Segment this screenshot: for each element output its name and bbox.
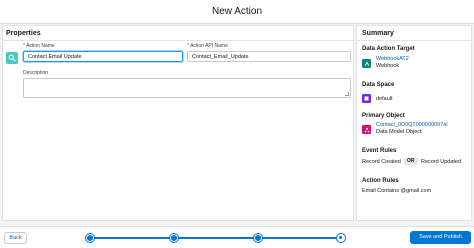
back-button[interactable]: Back [4, 232, 27, 244]
event-rules-heading: Event Rules [362, 148, 397, 154]
data-space-icon [362, 94, 371, 103]
target-type: Webhook [376, 63, 400, 69]
summary-panel: Summary Data Action Target WebhookAT2 We… [356, 25, 472, 221]
data-model-icon [362, 125, 371, 134]
properties-panel: Properties * Action Name * Action API Na… [2, 25, 354, 221]
save-and-publish-button[interactable]: Save and Publish [410, 231, 471, 244]
modal-header: New Action [0, 0, 474, 24]
progress-track [90, 237, 340, 239]
data-space-value: default [376, 96, 393, 102]
api-name-input[interactable] [187, 51, 351, 62]
properties-title: Properties [6, 30, 41, 37]
event-rule-left: Record Created [362, 159, 401, 165]
event-rule-right: Record Updated [421, 159, 462, 165]
progress-step-2[interactable] [170, 234, 178, 242]
primary-object-heading: Primary Object [362, 113, 405, 119]
progress-step-3[interactable] [254, 234, 262, 242]
description-label: Description [23, 70, 49, 76]
page-title: New Action [211, 6, 263, 17]
progress-step-1[interactable] [86, 234, 94, 242]
webhook-icon [362, 59, 371, 68]
target-heading: Data Action Target [362, 46, 415, 52]
footer-bar: Back Save and Publish [0, 226, 474, 248]
action-rules-heading: Action Rules [362, 178, 399, 184]
action-name-label: * Action Name [23, 43, 55, 49]
target-link[interactable]: WebhookAT2 [376, 56, 409, 62]
primary-object-link[interactable]: Contact_0D0QT000000097al [376, 122, 448, 128]
data-space-heading: Data Space [362, 82, 395, 88]
progress-step-4[interactable] [337, 234, 345, 242]
action-type-icon [6, 52, 18, 64]
api-name-label: * Action API Name [187, 43, 228, 49]
resize-handle-icon[interactable] [345, 92, 349, 96]
or-chip: OR [404, 158, 418, 165]
primary-object-type: Data Model Object [376, 129, 422, 135]
action-rule-value: Email Contains @gmail.com [362, 188, 432, 194]
action-name-input[interactable] [23, 51, 183, 62]
divider [357, 40, 471, 41]
divider [3, 40, 353, 41]
description-textarea[interactable] [23, 78, 351, 98]
summary-title: Summary [362, 30, 394, 37]
